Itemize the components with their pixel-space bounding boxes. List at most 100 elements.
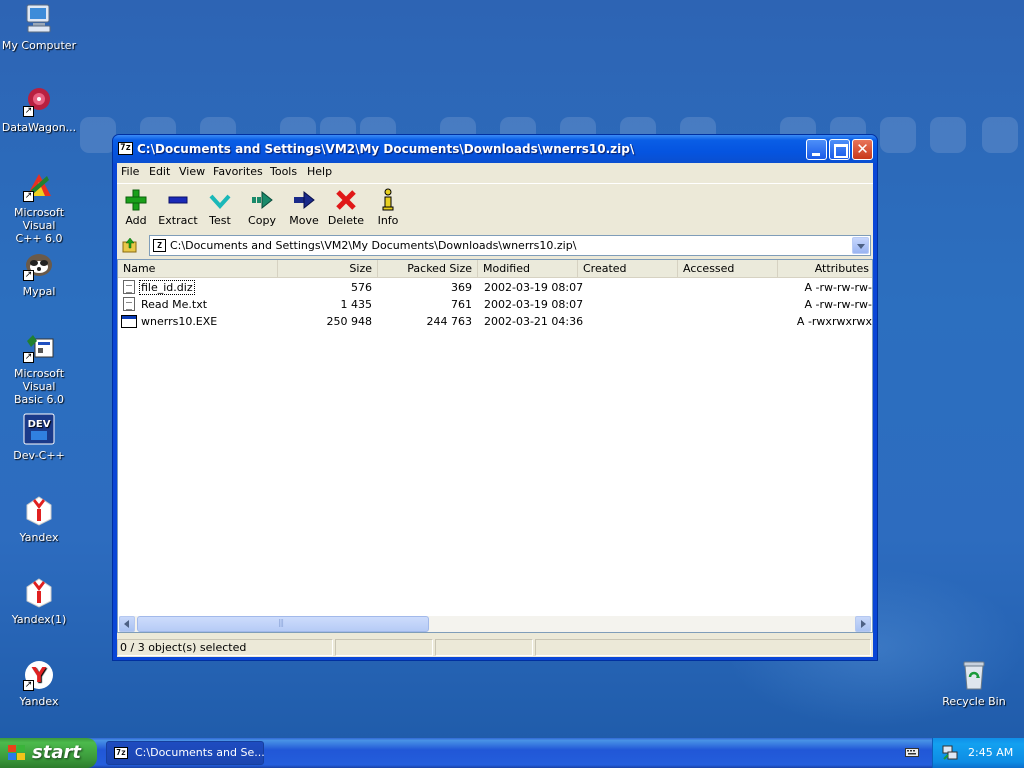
horizontal-scrollbar[interactable] [119,616,871,632]
info-label: Info [377,214,399,227]
column-header-attributes[interactable]: Attributes [778,260,874,278]
file-list[interactable]: Name Size Packed Size Modified Created A… [117,259,873,633]
desktop-icon-label: DataWagon... [1,121,77,134]
scroll-right-button[interactable] [855,616,871,632]
desktop-icon-visual-basic[interactable]: ↗ Microsoft Visual Basic 6.0 [0,331,79,406]
scroll-left-button[interactable] [119,616,135,632]
address-combobox[interactable]: Z C:\Documents and Settings\VM2\My Docum… [149,235,871,256]
file-name: Read Me.txt [141,298,208,311]
chevron-down-icon[interactable] [852,237,869,254]
window-titlebar[interactable]: 7z C:\Documents and Settings\VM2\My Docu… [113,135,877,163]
up-folder-icon[interactable] [122,237,138,253]
menu-favorites[interactable]: Favorites [213,165,263,178]
copy-button[interactable]: Copy [240,187,284,229]
desktop-icon-label: Mypal [22,285,56,298]
menu-help[interactable]: Help [307,165,332,178]
file-size: 250 948 [326,315,373,328]
7zip-app-icon[interactable]: 7z [118,142,133,155]
desktop-icon-visual-cpp[interactable]: ↗ Microsoft Visual C++ 6.0 [0,170,79,245]
move-label: Move [289,214,319,227]
menu-tools[interactable]: Tools [270,165,297,178]
desktop-icon-label: Microsoft Visual [13,367,65,393]
shortcut-arrow-icon: ↗ [23,270,34,281]
column-header-packed-size[interactable]: Packed Size [378,260,478,278]
keyboard-icon[interactable] [905,746,919,758]
file-list-header: Name Size Packed Size Modified Created A… [118,260,872,278]
info-button[interactable]: Info [366,187,410,229]
windows-logo-icon [8,745,26,761]
column-header-created[interactable]: Created [578,260,678,278]
file-packed-size: 244 763 [426,315,473,328]
shortcut-arrow-icon: ↗ [23,352,34,363]
file-modified: 2002-03-19 08:07 [484,281,584,294]
close-icon: ✕ [856,140,869,158]
maximize-button[interactable] [829,139,850,160]
delete-icon [334,188,358,212]
shortcut-arrow-icon: ↗ [23,191,34,202]
delete-label: Delete [327,214,365,227]
delete-button[interactable]: Delete [324,187,368,229]
column-header-size[interactable]: Size [278,260,378,278]
file-packed-size: 369 [451,281,472,294]
menu-view[interactable]: View [179,165,205,178]
desktop-icon-yandex[interactable]: Yandex [0,495,79,544]
desktop-icon-mypal[interactable]: ↗ Mypal [0,249,79,298]
extract-icon [166,188,190,212]
desktop-icon-recycle-bin[interactable]: Recycle Bin [934,659,1014,708]
file-row[interactable]: wnerrs10.EXE 250 948 244 763 2002-03-21 … [118,313,872,330]
file-row[interactable]: file_id.diz 576 369 2002-03-19 08:07 A -… [118,279,872,296]
desktop-icon-datawagon[interactable]: ↗ DataWagon... [0,85,79,134]
recycle-bin-icon [958,659,990,691]
status-bar: 0 / 3 object(s) selected [117,637,873,657]
info-icon [376,188,400,212]
archive-icon: Z [153,239,166,252]
window-client-area: File Edit View Favorites Tools Help Add … [117,163,873,657]
taskbar-item-7zip[interactable]: 7z C:\Documents and Se... [106,741,265,765]
file-row[interactable]: Read Me.txt 1 435 761 2002-03-19 08:07 A… [118,296,872,313]
desktop-icon-yandex-browser[interactable]: Y ↗ Yandex [0,659,79,708]
test-icon [208,188,232,212]
window-title: C:\Documents and Settings\VM2\My Documen… [137,142,635,156]
column-header-modified[interactable]: Modified [478,260,578,278]
column-header-accessed[interactable]: Accessed [678,260,778,278]
desktop-icon-label: Dev-C++ [13,449,65,462]
add-icon [124,188,148,212]
move-button[interactable]: Move [282,187,326,229]
add-button[interactable]: Add [114,187,158,229]
desktop-icon-my-computer[interactable]: My Computer [0,3,79,52]
file-size: 1 435 [340,298,373,311]
my-computer-icon [23,3,55,35]
desktop-icon-label: Recycle Bin [942,695,1006,708]
minimize-button[interactable] [806,139,827,160]
copy-label: Copy [248,214,276,227]
yandex-icon [23,577,55,609]
menu-edit[interactable]: Edit [149,165,170,178]
desktop-icon-label: Microsoft Visual [13,206,65,232]
column-header-name[interactable]: Name [118,260,278,278]
clock[interactable]: 2:45 AM [968,746,1013,759]
test-button[interactable]: Test [198,187,242,229]
start-label: start [32,742,81,763]
address-bar: Z C:\Documents and Settings\VM2\My Docum… [117,233,873,257]
file-name: wnerrs10.EXE [141,315,218,328]
7zip-app-icon: 7z [114,747,128,759]
desktop-icon-devcpp[interactable]: DEV Dev-C++ [0,413,79,462]
menu-file[interactable]: File [121,165,139,178]
desktop-icon-yandex-1[interactable]: Yandex(1) [0,577,79,626]
archive-window: 7z C:\Documents and Settings\VM2\My Docu… [112,134,878,661]
shortcut-arrow-icon: ↗ [23,106,34,117]
file-modified: 2002-03-21 04:36 [484,315,584,328]
add-label: Add [125,214,147,227]
start-button[interactable]: start [0,738,97,768]
file-name: file_id.diz [139,280,195,295]
desktop-icon-label: Basic 6.0 [13,393,65,406]
network-icon[interactable] [942,745,958,764]
desktop-icon-label: Yandex [19,531,59,544]
file-packed-size: 761 [451,298,472,311]
extract-button[interactable]: Extract [156,187,200,229]
shortcut-arrow-icon: ↗ [23,680,34,691]
desktop-icon-label: My Computer [1,39,77,52]
system-tray: 2:45 AM [932,738,1024,768]
close-button[interactable]: ✕ [852,139,873,160]
scroll-thumb[interactable] [137,616,429,632]
